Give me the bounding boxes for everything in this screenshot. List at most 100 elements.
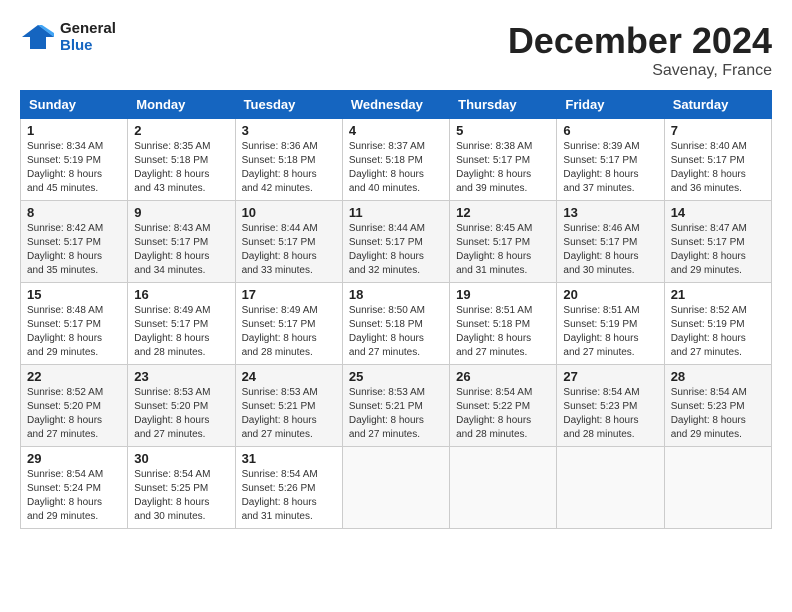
table-row: 20Sunrise: 8:51 AMSunset: 5:19 PMDayligh… [557,283,664,365]
col-sunday: Sunday [21,91,128,119]
day-number: 14 [671,205,765,220]
table-row: 7Sunrise: 8:40 AMSunset: 5:17 PMDaylight… [664,119,771,201]
col-saturday: Saturday [664,91,771,119]
table-row: 9 Sunrise: 8:43 AMSunset: 5:17 PMDaylight… [128,201,235,283]
day-number: 2 [134,123,228,138]
table-row: 24 Sunrise: 8:53 AMSunset: 5:21 PMDayligh… [235,365,342,447]
day-number: 15 [27,287,121,302]
day-number: 19 [456,287,550,302]
day-number: 21 [671,287,765,302]
table-row: 31 Sunrise: 8:54 AMSunset: 5:26 PMDayligh… [235,447,342,529]
location-subtitle: Savenay, France [508,62,772,80]
table-row [664,447,771,529]
table-row [450,447,557,529]
logo-text: General Blue [60,20,116,54]
table-row: 12 Sunrise: 8:45 AMSunset: 5:17 PMDayligh… [450,201,557,283]
day-detail: Sunrise: 8:44 AMSunset: 5:17 PMDaylight:… [242,222,336,278]
table-row: 15Sunrise: 8:48 AMSunset: 5:17 PMDayligh… [21,283,128,365]
day-detail: Sunrise: 8:34 AMSunset: 5:19 PMDaylight:… [27,140,121,196]
col-tuesday: Tuesday [235,91,342,119]
day-number: 22 [27,369,121,384]
day-number: 8 [27,205,121,220]
table-row: 23 Sunrise: 8:53 AMSunset: 5:20 PMDayligh… [128,365,235,447]
table-row: 16 Sunrise: 8:49 AMSunset: 5:17 PMDayligh… [128,283,235,365]
day-detail: Sunrise: 8:53 AMSunset: 5:20 PMDaylight:… [134,386,228,442]
day-detail: Sunrise: 8:42 AMSunset: 5:17 PMDaylight:… [27,222,121,278]
day-number: 17 [242,287,336,302]
table-row: 21 Sunrise: 8:52 AMSunset: 5:19 PMDayligh… [664,283,771,365]
calendar-header-row: Sunday Monday Tuesday Wednesday Thursday… [21,91,772,119]
day-detail: Sunrise: 8:54 AMSunset: 5:26 PMDaylight:… [242,468,336,524]
table-row: 27 Sunrise: 8:54 AMSunset: 5:23 PMDayligh… [557,365,664,447]
day-number: 30 [134,451,228,466]
day-detail: Sunrise: 8:52 AMSunset: 5:20 PMDaylight:… [27,386,121,442]
day-number: 13 [563,205,657,220]
day-detail: Sunrise: 8:49 AMSunset: 5:17 PMDaylight:… [134,304,228,360]
day-detail: Sunrise: 8:50 AMSunset: 5:18 PMDaylight:… [349,304,443,360]
calendar-table: Sunday Monday Tuesday Wednesday Thursday… [20,90,772,529]
calendar-week-row: 1 Sunrise: 8:34 AMSunset: 5:19 PMDaylight… [21,119,772,201]
col-friday: Friday [557,91,664,119]
day-number: 4 [349,123,443,138]
day-number: 9 [134,205,228,220]
table-row: 8 Sunrise: 8:42 AMSunset: 5:17 PMDaylight… [21,201,128,283]
day-detail: Sunrise: 8:46 AMSunset: 5:17 PMDaylight:… [563,222,657,278]
day-detail: Sunrise: 8:51 AMSunset: 5:18 PMDaylight:… [456,304,550,360]
day-detail: Sunrise: 8:54 AMSunset: 5:23 PMDaylight:… [563,386,657,442]
day-number: 23 [134,369,228,384]
table-row: 30 Sunrise: 8:54 AMSunset: 5:25 PMDayligh… [128,447,235,529]
day-number: 25 [349,369,443,384]
title-block: December 2024 Savenay, France [508,20,772,80]
table-row: 4Sunrise: 8:37 AMSunset: 5:18 PMDaylight… [342,119,449,201]
table-row: 18 Sunrise: 8:50 AMSunset: 5:18 PMDayligh… [342,283,449,365]
table-row: 2 Sunrise: 8:35 AMSunset: 5:18 PMDaylight… [128,119,235,201]
day-detail: Sunrise: 8:53 AMSunset: 5:21 PMDaylight:… [349,386,443,442]
day-number: 31 [242,451,336,466]
col-monday: Monday [128,91,235,119]
table-row: 29Sunrise: 8:54 AMSunset: 5:24 PMDayligh… [21,447,128,529]
day-number: 10 [242,205,336,220]
day-number: 29 [27,451,121,466]
day-detail: Sunrise: 8:49 AMSunset: 5:17 PMDaylight:… [242,304,336,360]
table-row: 14Sunrise: 8:47 AMSunset: 5:17 PMDayligh… [664,201,771,283]
table-row: 26Sunrise: 8:54 AMSunset: 5:22 PMDayligh… [450,365,557,447]
day-number: 18 [349,287,443,302]
day-number: 7 [671,123,765,138]
day-number: 12 [456,205,550,220]
day-detail: Sunrise: 8:45 AMSunset: 5:17 PMDaylight:… [456,222,550,278]
table-row: 19 Sunrise: 8:51 AMSunset: 5:18 PMDayligh… [450,283,557,365]
day-number: 11 [349,205,443,220]
table-row: 11Sunrise: 8:44 AMSunset: 5:17 PMDayligh… [342,201,449,283]
table-row: 13 Sunrise: 8:46 AMSunset: 5:17 PMDayligh… [557,201,664,283]
day-number: 5 [456,123,550,138]
day-number: 24 [242,369,336,384]
day-number: 28 [671,369,765,384]
table-row [557,447,664,529]
table-row: 3Sunrise: 8:36 AMSunset: 5:18 PMDaylight… [235,119,342,201]
day-detail: Sunrise: 8:35 AMSunset: 5:18 PMDaylight:… [134,140,228,196]
table-row [342,447,449,529]
day-number: 6 [563,123,657,138]
day-detail: Sunrise: 8:43 AMSunset: 5:17 PMDaylight:… [134,222,228,278]
month-title: December 2024 [508,20,772,62]
day-detail: Sunrise: 8:38 AMSunset: 5:17 PMDaylight:… [456,140,550,196]
day-detail: Sunrise: 8:54 AMSunset: 5:23 PMDaylight:… [671,386,765,442]
day-number: 27 [563,369,657,384]
table-row: 28 Sunrise: 8:54 AMSunset: 5:23 PMDayligh… [664,365,771,447]
day-detail: Sunrise: 8:54 AMSunset: 5:25 PMDaylight:… [134,468,228,524]
calendar-week-row: 15Sunrise: 8:48 AMSunset: 5:17 PMDayligh… [21,283,772,365]
calendar-week-row: 29Sunrise: 8:54 AMSunset: 5:24 PMDayligh… [21,447,772,529]
day-detail: Sunrise: 8:53 AMSunset: 5:21 PMDaylight:… [242,386,336,442]
day-detail: Sunrise: 8:39 AMSunset: 5:17 PMDaylight:… [563,140,657,196]
calendar-week-row: 8 Sunrise: 8:42 AMSunset: 5:17 PMDaylight… [21,201,772,283]
table-row: 10 Sunrise: 8:44 AMSunset: 5:17 PMDayligh… [235,201,342,283]
day-detail: Sunrise: 8:52 AMSunset: 5:19 PMDaylight:… [671,304,765,360]
day-number: 16 [134,287,228,302]
table-row: 6 Sunrise: 8:39 AMSunset: 5:17 PMDaylight… [557,119,664,201]
table-row: 17 Sunrise: 8:49 AMSunset: 5:17 PMDayligh… [235,283,342,365]
calendar-week-row: 22 Sunrise: 8:52 AMSunset: 5:20 PMDayligh… [21,365,772,447]
page-header: General Blue December 2024 Savenay, Fran… [20,20,772,80]
table-row: 1 Sunrise: 8:34 AMSunset: 5:19 PMDaylight… [21,119,128,201]
logo: General Blue [20,20,116,54]
day-number: 1 [27,123,121,138]
